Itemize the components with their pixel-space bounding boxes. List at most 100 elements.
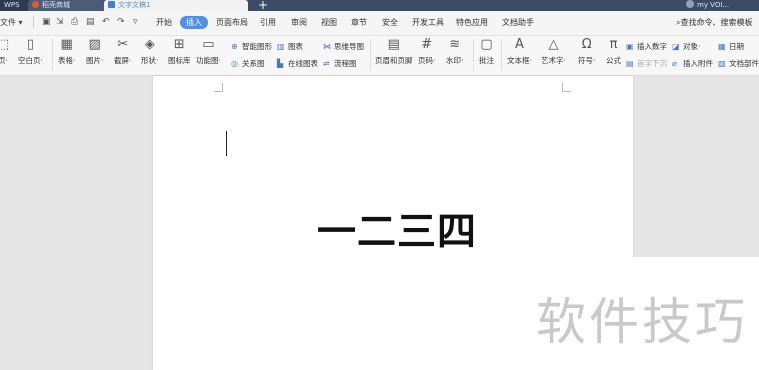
relation-button[interactable]: ◎ 关系图 [231, 58, 265, 69]
page-icon: ⬚ [0, 37, 10, 52]
relation-label: 关系图 [242, 59, 265, 68]
mindmap-icon: ⋈ [323, 42, 331, 51]
chart-icon: ▥ [277, 42, 285, 51]
tab-developer[interactable]: 开发工具 [412, 17, 444, 28]
table-label: 表格· [58, 56, 76, 65]
watermark-button[interactable]: ≋ 水印· [446, 38, 463, 66]
store-tab[interactable]: 稻壳商城 [28, 0, 104, 11]
scissors-icon: ✂ [117, 37, 129, 52]
avatar [686, 0, 694, 8]
textbox-button[interactable]: A 文本框· [507, 38, 532, 66]
chart-button[interactable]: ▥ 图表 [277, 41, 303, 52]
print-icon[interactable]: ⎙ [71, 17, 78, 27]
picture-label: 图片· [86, 56, 104, 65]
mindmap-button[interactable]: ⋈ 思维导图 [323, 41, 364, 52]
text-cursor [226, 131, 227, 156]
tab-start[interactable]: 开始 [156, 17, 172, 28]
menu-bar: 文件 ▾ ▣ ⇲ ⎙ ▤ ↶ ↷ ▿ 开始 插入 页面布局 引用 审阅 视图 章… [0, 11, 759, 36]
object-icon: ◪ [672, 42, 680, 51]
insert-number-button[interactable]: ▣ 插入数字 [626, 41, 667, 52]
page-number-button[interactable]: # 页码· [418, 38, 435, 66]
picture-icon: ▨ [88, 37, 101, 52]
user-account[interactable]: my VOI... [686, 0, 729, 10]
blank-page-button[interactable]: ▯ 空白页· [18, 38, 43, 66]
blank-page-icon: ▯ [26, 37, 35, 52]
margin-corner-right [562, 83, 571, 92]
screenshot-label: 截屏· [114, 56, 132, 65]
shape-icon: ◈ [144, 37, 155, 52]
picture-button[interactable]: ▨ 图片· [86, 38, 103, 66]
command-search[interactable]: ⌕查找命令、搜索模板 [676, 17, 752, 28]
function-chart-icon: ▭ [202, 37, 215, 52]
symbol-label: 符号· [578, 56, 596, 65]
comment-label: 批注 [479, 56, 494, 65]
date-label: 日期 [729, 42, 744, 51]
store-tab-label: 稻壳商城 [42, 1, 70, 9]
pi-icon: π [609, 37, 618, 52]
search-placeholder: 查找命令、搜索模板 [680, 18, 753, 27]
drop-cap-icon: ▤ [626, 59, 634, 68]
omega-icon: Ω [581, 37, 592, 52]
object-label: 对象· [683, 42, 701, 51]
undo-icon[interactable]: ↶ [102, 17, 110, 27]
comment-icon: ▢ [480, 37, 493, 52]
store-icon [32, 1, 39, 8]
flowchart-icon: ⇌ [323, 59, 330, 68]
symbol-button[interactable]: Ω 符号· [578, 38, 595, 66]
number-icon: ▣ [626, 42, 634, 51]
preview-icon[interactable]: ▤ [86, 17, 95, 27]
attachment-button[interactable]: ⌀ 插入附件 [672, 58, 713, 69]
document-tab[interactable]: 文字文稿1 [104, 0, 248, 11]
tab-features[interactable]: 特色应用 [456, 17, 488, 28]
online-chart-button[interactable]: ▙ 在线图表 [277, 58, 318, 69]
screenshot-button[interactable]: ✂ 截屏· [114, 38, 131, 66]
doc-parts-button[interactable]: ▧ 文档部件 [718, 58, 759, 69]
tab-view[interactable]: 视图 [321, 17, 337, 28]
save-icon[interactable]: ▣ [42, 17, 51, 27]
wordart-button[interactable]: △ 艺术字· [541, 38, 566, 66]
shape-button[interactable]: ◈ 形状· [141, 38, 158, 66]
page-number-label: 页码· [418, 56, 436, 65]
tab-page-layout[interactable]: 页面布局 [216, 17, 248, 28]
title-bar: WPS 稻壳商城 文字文稿1 + my VOI... [0, 0, 759, 12]
smart-graphic-button[interactable]: ⊕ 智能图形 [231, 41, 272, 52]
shape-label: 形状· [141, 56, 159, 65]
tab-doc-assistant[interactable]: 文档助手 [502, 17, 534, 28]
tab-security[interactable]: 安全 [382, 17, 398, 28]
online-chart-icon: ▙ [277, 59, 284, 68]
app-tab-label: WPS [4, 1, 20, 9]
object-button[interactable]: ◪ 对象· [672, 41, 700, 52]
doc-parts-icon: ▧ [718, 59, 726, 68]
margin-corner-left [214, 83, 223, 92]
comment-button[interactable]: ▢ 批注 [479, 38, 494, 66]
page-partial-label: 页· [0, 56, 8, 65]
document-workspace: 一二三四 软件技巧 [0, 76, 759, 370]
function-chart-button[interactable]: ▭ 功能图· [196, 38, 221, 66]
file-menu[interactable]: 文件 ▾ [0, 17, 23, 28]
tab-references[interactable]: 引用 [260, 17, 276, 28]
divider [501, 39, 502, 71]
formula-button[interactable]: π 公式 [606, 38, 621, 66]
watermark-label: 水印· [446, 56, 464, 65]
header-footer-button[interactable]: ▤ 页眉和页脚 [375, 38, 413, 66]
calendar-icon: ▦ [718, 42, 726, 51]
user-name: my VOI... [697, 1, 730, 9]
document-text[interactable]: 一二三四 [317, 201, 477, 257]
divider [33, 16, 34, 28]
chart-label: 图表 [288, 42, 303, 51]
textbox-icon: A [514, 37, 524, 52]
tab-chapter[interactable]: 章节 [351, 17, 367, 28]
watermark-text: 软件技巧 [536, 293, 748, 351]
export-icon[interactable]: ⇲ [56, 17, 64, 27]
blank-page-label: 空白页· [18, 56, 43, 65]
tab-insert[interactable]: 插入 [180, 16, 208, 29]
redo-icon[interactable]: ↷ [117, 17, 125, 27]
first-drop-button[interactable]: ▤ 首字下沉 [626, 58, 667, 69]
tab-review[interactable]: 审阅 [291, 17, 307, 28]
page-partial-button[interactable]: ⬚ 页· [0, 38, 10, 66]
chevron-down-icon[interactable]: ▿ [133, 17, 138, 27]
flowchart-button[interactable]: ⇌ 流程图 [323, 58, 357, 69]
icon-library-button[interactable]: ⊞ 图标库 [168, 38, 191, 66]
table-button[interactable]: ▦ 表格· [58, 38, 75, 66]
date-button[interactable]: ▦ 日期 [718, 41, 744, 52]
